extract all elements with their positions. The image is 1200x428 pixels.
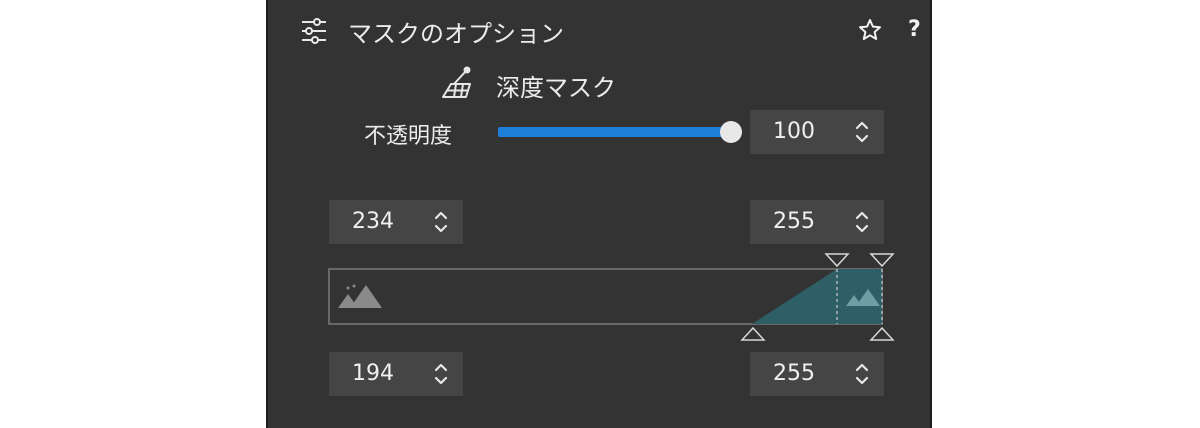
spin-arrows-icon[interactable]	[854, 360, 870, 388]
range-upper-left-spinbox[interactable]: 234	[329, 200, 463, 244]
spin-arrows-icon[interactable]	[854, 118, 870, 146]
range-upper-right-spinbox[interactable]: 255	[750, 200, 884, 244]
depth-range-graph[interactable]	[326, 248, 906, 344]
panel-title: マスクのオプション	[348, 20, 564, 48]
opacity-slider-track	[498, 127, 734, 137]
depth-mask-label: 深度マスク	[496, 74, 616, 102]
range-lower-left-value[interactable]: 194	[329, 352, 417, 396]
lower-right-handle[interactable]	[869, 326, 895, 341]
range-lower-right-value[interactable]: 255	[750, 352, 838, 396]
opacity-slider[interactable]	[498, 120, 746, 146]
near-mountains-icon	[338, 284, 382, 308]
opacity-value[interactable]: 100	[750, 110, 838, 154]
mask-options-panel: マスクのオプション ? 深度マスク 不透明度 100 234 255 194 2…	[266, 0, 932, 428]
range-upper-left-value[interactable]: 234	[329, 200, 417, 244]
opacity-label: 不透明度	[364, 124, 453, 149]
help-button[interactable]: ?	[908, 18, 921, 42]
star-icon[interactable]	[858, 18, 882, 42]
opacity-spinbox[interactable]: 100	[750, 110, 884, 154]
options-icon[interactable]	[300, 17, 328, 45]
spin-arrows-icon[interactable]	[433, 360, 449, 388]
lower-left-handle[interactable]	[740, 326, 766, 341]
opacity-slider-thumb[interactable]	[720, 121, 742, 143]
upper-right-handle[interactable]	[869, 253, 895, 268]
depth-mask-icon	[440, 66, 474, 100]
range-fill	[752, 269, 882, 324]
spin-arrows-icon[interactable]	[854, 208, 870, 236]
range-upper-right-value[interactable]: 255	[750, 200, 838, 244]
range-lower-right-spinbox[interactable]: 255	[750, 352, 884, 396]
spin-arrows-icon[interactable]	[433, 208, 449, 236]
range-lower-left-spinbox[interactable]: 194	[329, 352, 463, 396]
upper-left-handle[interactable]	[824, 253, 850, 268]
